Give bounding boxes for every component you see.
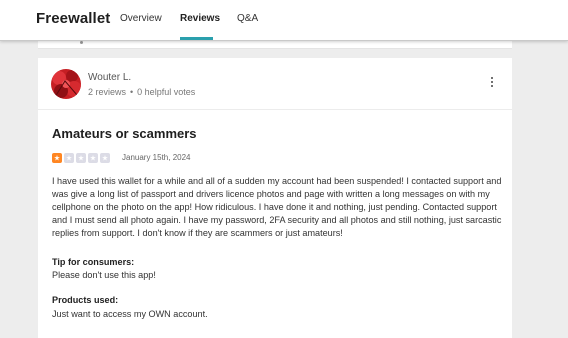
star-rating (52, 153, 110, 164)
review-title[interactable]: Amateurs or scammers (52, 126, 197, 141)
star-icon (88, 153, 98, 163)
red-leaf-avatar-icon (51, 69, 81, 99)
review-card: Wouter L. 2 reviews • 0 helpful votes Amat… (38, 58, 512, 338)
tab-reviews[interactable]: Reviews (180, 13, 220, 24)
tab-qa[interactable]: Q&A (237, 13, 258, 24)
star-icon (52, 153, 62, 163)
products-label: Products used: (52, 295, 119, 305)
products-text: Just want to access my OWN account. (52, 309, 208, 319)
previous-review-card-bottom (38, 40, 512, 49)
helpful-votes: 0 helpful votes (137, 87, 196, 97)
more-vertical-icon[interactable] (489, 77, 495, 89)
reviewer-meta: 2 reviews • 0 helpful votes (88, 87, 195, 97)
brand-logo[interactable]: Freewallet (36, 10, 110, 27)
star-icon (76, 153, 86, 163)
previous-card-dot (80, 41, 83, 44)
tip-text: Please don't use this app! (52, 270, 156, 280)
review-date: January 15th, 2024 (122, 153, 191, 162)
reviewer-name[interactable]: Wouter L. (88, 72, 131, 83)
reviewer-avatar[interactable] (51, 69, 81, 99)
star-icon (64, 153, 74, 163)
meta-separator: • (130, 87, 134, 97)
review-body: I have used this wallet for a while and … (52, 176, 502, 238)
tip-label: Tip for consumers: (52, 257, 135, 267)
reviews-count: 2 reviews (88, 87, 127, 97)
top-nav-bar: Freewallet Overview Reviews Q&A (0, 0, 568, 41)
active-tab-indicator (180, 37, 213, 40)
star-icon (100, 153, 110, 163)
tab-overview[interactable]: Overview (120, 13, 162, 24)
card-divider (38, 109, 512, 110)
